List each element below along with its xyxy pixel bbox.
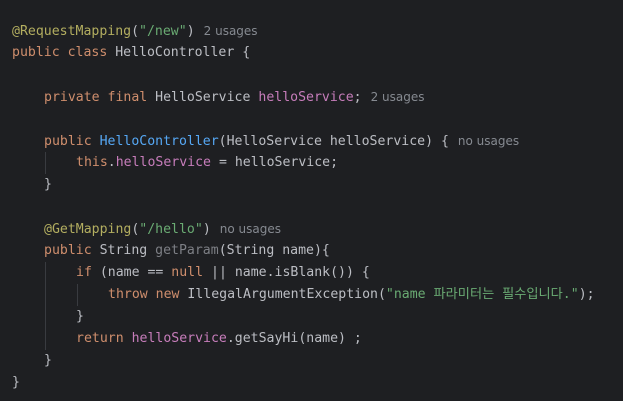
code-line[interactable]: }: [12, 372, 20, 394]
code-token: );: [578, 287, 595, 302]
code-token: return: [76, 331, 132, 346]
code-token: }: [44, 177, 52, 192]
code-line[interactable]: @RequestMapping("/new") 2 usages: [12, 20, 258, 42]
code-line[interactable]: }: [44, 174, 52, 196]
code-line[interactable]: public class HelloController {: [12, 42, 250, 64]
code-line[interactable]: throw new IllegalArgumentException("name…: [108, 284, 595, 306]
code-token: public: [44, 134, 100, 149]
code-token: IllegalArgumentException(: [187, 287, 386, 302]
code-token: = helloService;: [211, 155, 339, 170]
code-token: this: [76, 155, 108, 170]
code-token: throw new: [108, 287, 188, 302]
indent-guide: [45, 328, 46, 350]
usages-hint[interactable]: no usages: [220, 222, 281, 236]
code-token: ): [186, 24, 195, 39]
code-token: HelloService: [155, 90, 259, 105]
usages-hint[interactable]: no usages: [458, 134, 519, 148]
code-token: public: [44, 243, 100, 258]
code-token: ): [202, 222, 211, 237]
code-token: }: [44, 353, 52, 368]
code-token: }: [12, 375, 20, 390]
code-token: "/hello": [139, 222, 203, 237]
code-token: ;: [353, 90, 362, 105]
code-token: (: [131, 24, 140, 39]
code-token: "/new": [139, 24, 187, 39]
code-token: .: [107, 155, 116, 170]
code-token: @GetMapping: [44, 222, 132, 237]
indent-guide: [45, 284, 46, 306]
usages-hint[interactable]: 2 usages: [204, 24, 258, 38]
code-line[interactable]: if (name == null || name.isBlank()) {: [76, 262, 370, 284]
code-token: public class: [12, 45, 116, 60]
code-line[interactable]: private final HelloService helloService;…: [44, 86, 425, 108]
code-line[interactable]: @GetMapping("/hello") no usages: [44, 218, 281, 240]
code-token: HelloController: [99, 134, 219, 149]
code-token: (name ==: [99, 265, 172, 280]
code-token: helloService: [115, 155, 211, 170]
code-token: (HelloService helloService) {: [218, 134, 449, 149]
code-editor[interactable]: @RequestMapping("/new") 2 usages public cl…: [0, 0, 623, 401]
code-token: null: [171, 265, 211, 280]
code-token: .getSayHi(name) ;: [226, 331, 362, 346]
code-line[interactable]: return helloService.getSayHi(name) ;: [76, 328, 362, 350]
code-token: private final: [44, 90, 156, 105]
code-line[interactable]: this.helloService = helloService;: [76, 152, 338, 174]
code-line[interactable]: public String getParam(String name){: [44, 240, 330, 262]
code-line[interactable]: }: [76, 306, 84, 328]
indent-guide: [45, 262, 46, 284]
indent-guide: [77, 284, 78, 306]
code-token: HelloController {: [115, 45, 251, 60]
code-token: if: [76, 265, 100, 280]
code-token: (String name){: [218, 243, 330, 258]
code-token: helloService: [131, 331, 227, 346]
code-token: String: [99, 243, 156, 258]
code-token: || name.isBlank()) {: [211, 265, 370, 280]
indent-guide: [45, 306, 46, 328]
code-token: }: [76, 309, 84, 324]
indent-guide: [45, 152, 46, 174]
code-line[interactable]: }: [44, 350, 52, 372]
code-token: @RequestMapping: [12, 24, 132, 39]
code-token: getParam: [155, 243, 219, 258]
code-token: helloService: [258, 90, 354, 105]
code-token: "name 파라미터는 필수입니다.": [385, 287, 579, 302]
usages-hint[interactable]: 2 usages: [371, 90, 425, 104]
code-line[interactable]: public HelloController(HelloService hell…: [44, 130, 519, 152]
